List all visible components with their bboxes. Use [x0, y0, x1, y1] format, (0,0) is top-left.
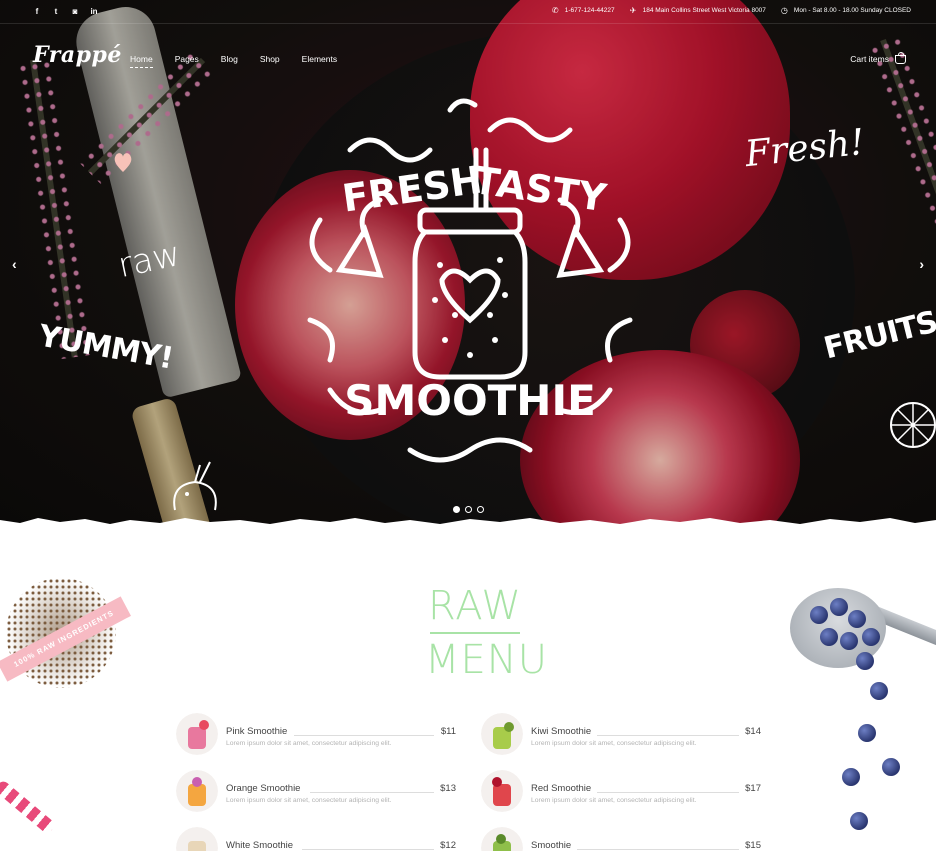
twitter-icon[interactable]: t	[52, 6, 60, 17]
raw-menu-title-line2: MENU	[425, 637, 548, 683]
menu-item-price: $17	[745, 783, 761, 794]
straw-image	[0, 779, 57, 835]
menu-item-name: White Smoothie	[226, 840, 294, 851]
instagram-icon[interactable]: ◙	[71, 6, 79, 17]
nav-item-pages[interactable]: Pages	[175, 54, 199, 68]
smoothie-thumbnail	[481, 827, 523, 851]
smoothie-thumbnail	[176, 770, 218, 812]
nav-item-home[interactable]: Home	[130, 54, 153, 68]
smoothie-thumbnail	[176, 713, 218, 755]
blueberry-image	[830, 598, 848, 616]
blueberry-image	[840, 632, 858, 650]
menu-item-price: $14	[745, 726, 761, 737]
smoothie-thumbnail	[176, 827, 218, 851]
menu-item-desc: Lorem ipsum dolor sit amet, consectetur …	[226, 740, 392, 747]
badge-illustration: FRESH TASTY SMOOTHIE	[307, 98, 633, 463]
contact-info: ✆ 1-677-124-44227 ✈ 184 Main Collins Str…	[551, 6, 911, 15]
slider-next-arrow[interactable]: ›	[919, 256, 924, 272]
menu-item[interactable]: Orange Smoothie $13 Lorem ipsum dolor si…	[176, 770, 456, 812]
menu-item[interactable]: Pink Smoothie $11 Lorem ipsum dolor sit …	[176, 713, 456, 755]
blueberry-image	[870, 682, 888, 700]
menu-item[interactable]: White Smoothie $12	[176, 827, 456, 851]
nav-item-elements[interactable]: Elements	[302, 54, 337, 68]
contact-phone: ✆ 1-677-124-44227	[551, 6, 615, 15]
blueberry-image	[856, 652, 874, 670]
top-bar: f t ◙ in ✆ 1-677-124-44227 ✈ 184 Main Co…	[0, 0, 936, 24]
blueberry-image	[842, 768, 860, 786]
contact-address: ✈ 184 Main Collins Street West Victoria …	[629, 6, 766, 15]
menu-item-price: $12	[440, 840, 456, 851]
hero-slider: f t ◙ in ✆ 1-677-124-44227 ✈ 184 Main Co…	[0, 0, 936, 525]
menu-item-name: Orange Smoothie	[226, 783, 301, 794]
contact-hours: ◷ Mon - Sat 8.00 - 18.00 Sunday CLOSED	[780, 6, 911, 15]
badge-word-smoothie: SMOOTHIE	[344, 376, 596, 425]
menu-item[interactable]: Smoothie $15	[481, 827, 761, 851]
bunny-icon	[173, 461, 217, 511]
menu-item-name: Smoothie	[531, 840, 572, 851]
blueberry-image	[820, 628, 838, 646]
menu-item[interactable]: Kiwi Smoothie $14 Lorem ipsum dolor sit …	[481, 713, 761, 755]
smoothie-thumbnail	[481, 770, 523, 812]
blueberry-image	[850, 812, 868, 830]
address-text: 184 Main Collins Street West Victoria 80…	[642, 7, 766, 14]
phone-icon: ✆	[551, 6, 559, 15]
blueberry-image	[858, 724, 876, 742]
clock-icon: ◷	[780, 6, 788, 15]
menu-item-price: $13	[440, 783, 456, 794]
menu-list: Pink Smoothie $11 Lorem ipsum dolor sit …	[176, 713, 761, 851]
menu-item-name: Kiwi Smoothie	[531, 726, 592, 737]
fresh-tasty-smoothie-badge: FRESH TASTY SMOOTHIE	[290, 90, 650, 485]
menu-item-name: Pink Smoothie	[226, 726, 288, 737]
menu-item-price: $11	[440, 726, 456, 737]
menu-item[interactable]: Red Smoothie $17 Lorem ipsum dolor sit a…	[481, 770, 761, 812]
cart-button[interactable]: Cart items	[850, 51, 906, 64]
phone-text: 1-677-124-44227	[564, 7, 615, 14]
blueberry-image	[848, 610, 866, 628]
menu-item-desc: Lorem ipsum dolor sit amet, consectetur …	[531, 797, 697, 804]
blueberry-image	[882, 758, 900, 776]
raw-menu-title: RAW MENU	[425, 583, 548, 683]
slider-prev-arrow[interactable]: ‹	[12, 256, 17, 272]
menu-item-desc: Lorem ipsum dolor sit amet, consectetur …	[226, 797, 392, 804]
menu-item-name: Red Smoothie	[531, 783, 592, 794]
title-ornament	[425, 626, 525, 640]
blueberry-image	[810, 606, 828, 624]
social-links: f t ◙ in	[33, 6, 98, 17]
hours-text: Mon - Sat 8.00 - 18.00 Sunday CLOSED	[793, 7, 911, 14]
map-pin-icon: ✈	[629, 6, 637, 15]
nav-item-blog[interactable]: Blog	[221, 54, 238, 68]
torn-paper-edge	[0, 518, 936, 534]
heart-icon	[114, 153, 132, 172]
cart-label: Cart items	[850, 54, 889, 64]
menu-item-price: $15	[745, 840, 761, 851]
shopping-bag-icon	[895, 51, 906, 64]
smoothie-thumbnail	[481, 713, 523, 755]
menu-item-desc: Lorem ipsum dolor sit amet, consectetur …	[531, 740, 697, 747]
site-logo[interactable]: Frappé	[33, 42, 122, 68]
nav-item-shop[interactable]: Shop	[260, 54, 280, 68]
lemon-slice-icon	[890, 402, 936, 448]
raw-menu-title-line1: RAW	[428, 583, 522, 629]
facebook-icon[interactable]: f	[33, 6, 41, 17]
linkedin-icon[interactable]: in	[90, 6, 98, 17]
main-nav: Home Pages Blog Shop Elements	[130, 54, 337, 68]
blueberry-image	[862, 628, 880, 646]
